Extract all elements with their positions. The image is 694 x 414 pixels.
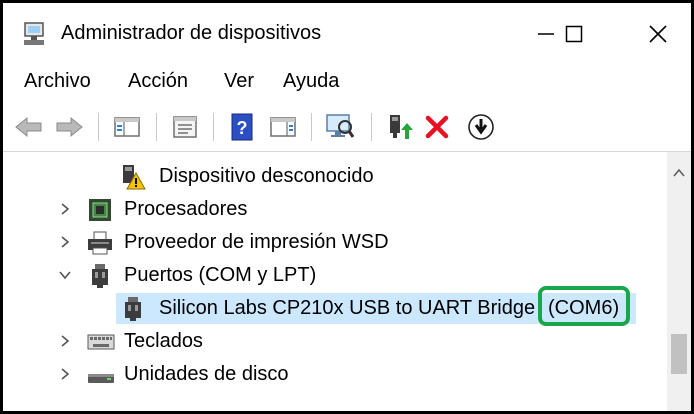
chevron-down-icon[interactable] <box>58 268 72 282</box>
disable-device-button[interactable] <box>465 111 497 143</box>
help-icon: ? <box>231 113 253 141</box>
chevron-right-icon[interactable] <box>58 367 72 381</box>
cp210x-device-label: Silicon Labs CP210x USB to UART Bridge <box>159 297 536 319</box>
tree-item-processors[interactable]: Procesadores <box>3 193 667 226</box>
unknown-device-label: Dispositivo desconocido <box>159 165 374 187</box>
toolbar-separator <box>98 113 99 141</box>
device-manager-window: Administrador de dispositivos Archivo Ac… <box>0 0 694 414</box>
port-connector-icon <box>87 263 113 289</box>
properties-icon <box>173 116 197 138</box>
close-button[interactable] <box>635 11 681 57</box>
printer-icon <box>87 230 113 256</box>
processor-icon <box>87 197 113 223</box>
close-icon <box>649 25 667 43</box>
menu-ayuda[interactable]: Ayuda <box>283 70 339 93</box>
maximize-icon <box>565 25 583 43</box>
processors-label: Procesadores <box>124 198 248 220</box>
menu-archivo[interactable]: Archivo <box>24 70 91 93</box>
uninstall-device-icon <box>425 115 449 139</box>
tree-item-disk-drives[interactable]: Unidades de disco <box>3 358 667 391</box>
vertical-scrollbar[interactable] <box>667 152 691 411</box>
toolbar: ? <box>3 101 691 152</box>
toolbar-separator <box>213 113 214 141</box>
disable-device-icon <box>468 114 494 140</box>
keyboard-icon <box>87 329 115 355</box>
scrollbar-thumb[interactable] <box>671 334 687 374</box>
scan-hardware-icon <box>326 114 355 138</box>
toolbar-separator <box>311 113 312 141</box>
menu-accion[interactable]: Acción <box>128 70 188 93</box>
ports-label: Puertos (COM y LPT) <box>124 264 317 286</box>
unknown-device-warning-icon <box>120 164 146 190</box>
chevron-right-icon[interactable] <box>58 202 72 216</box>
tree-item-keyboards[interactable]: Teclados <box>3 325 667 358</box>
chevron-right-icon[interactable] <box>58 235 72 249</box>
uninstall-device-button[interactable] <box>421 111 453 143</box>
properties-button[interactable] <box>169 111 201 143</box>
window-title: Administrador de dispositivos <box>61 22 322 44</box>
device-manager-icon <box>21 21 47 47</box>
back-button[interactable] <box>13 111 45 143</box>
help-button[interactable]: ? <box>226 111 258 143</box>
menu-ver[interactable]: Ver <box>224 70 254 93</box>
show-hide-console-tree-icon <box>114 117 140 137</box>
tree-item-wsd-print-provider[interactable]: Proveedor de impresión WSD <box>3 226 667 259</box>
chevron-right-icon[interactable] <box>58 334 72 348</box>
forward-arrow-icon <box>56 116 83 138</box>
menu-bar: Archivo Acción Ver Ayuda <box>3 61 691 101</box>
com-port-highlight-box <box>538 286 630 326</box>
title-bar[interactable]: Administrador de dispositivos <box>3 3 691 61</box>
tree-item-unknown-device[interactable]: Dispositivo desconocido <box>3 160 667 193</box>
keyboards-label: Teclados <box>124 330 203 352</box>
port-connector-icon <box>120 296 146 322</box>
disk-drives-label: Unidades de disco <box>124 363 289 385</box>
update-driver-icon <box>390 115 413 139</box>
action-pane-icon <box>270 117 296 137</box>
forward-button[interactable] <box>53 111 85 143</box>
disk-drive-icon <box>87 362 114 388</box>
action-pane-button[interactable] <box>267 111 299 143</box>
back-arrow-icon <box>15 116 42 138</box>
show-hide-tree-button[interactable] <box>111 111 143 143</box>
update-driver-button[interactable] <box>383 111 415 143</box>
toolbar-separator <box>371 113 372 141</box>
maximize-button[interactable] <box>551 11 597 57</box>
tree-item-cp210x-bridge[interactable]: Silicon Labs CP210x USB to UART Bridge (… <box>3 286 667 326</box>
scan-hardware-button[interactable] <box>324 111 356 143</box>
scroll-up-arrow-icon[interactable] <box>673 166 685 178</box>
device-tree: Dispositivo desconocido Procesadores Pro… <box>3 152 667 411</box>
svg-text:?: ? <box>237 118 248 138</box>
wsd-print-provider-label: Proveedor de impresión WSD <box>124 231 389 253</box>
toolbar-separator <box>156 113 157 141</box>
